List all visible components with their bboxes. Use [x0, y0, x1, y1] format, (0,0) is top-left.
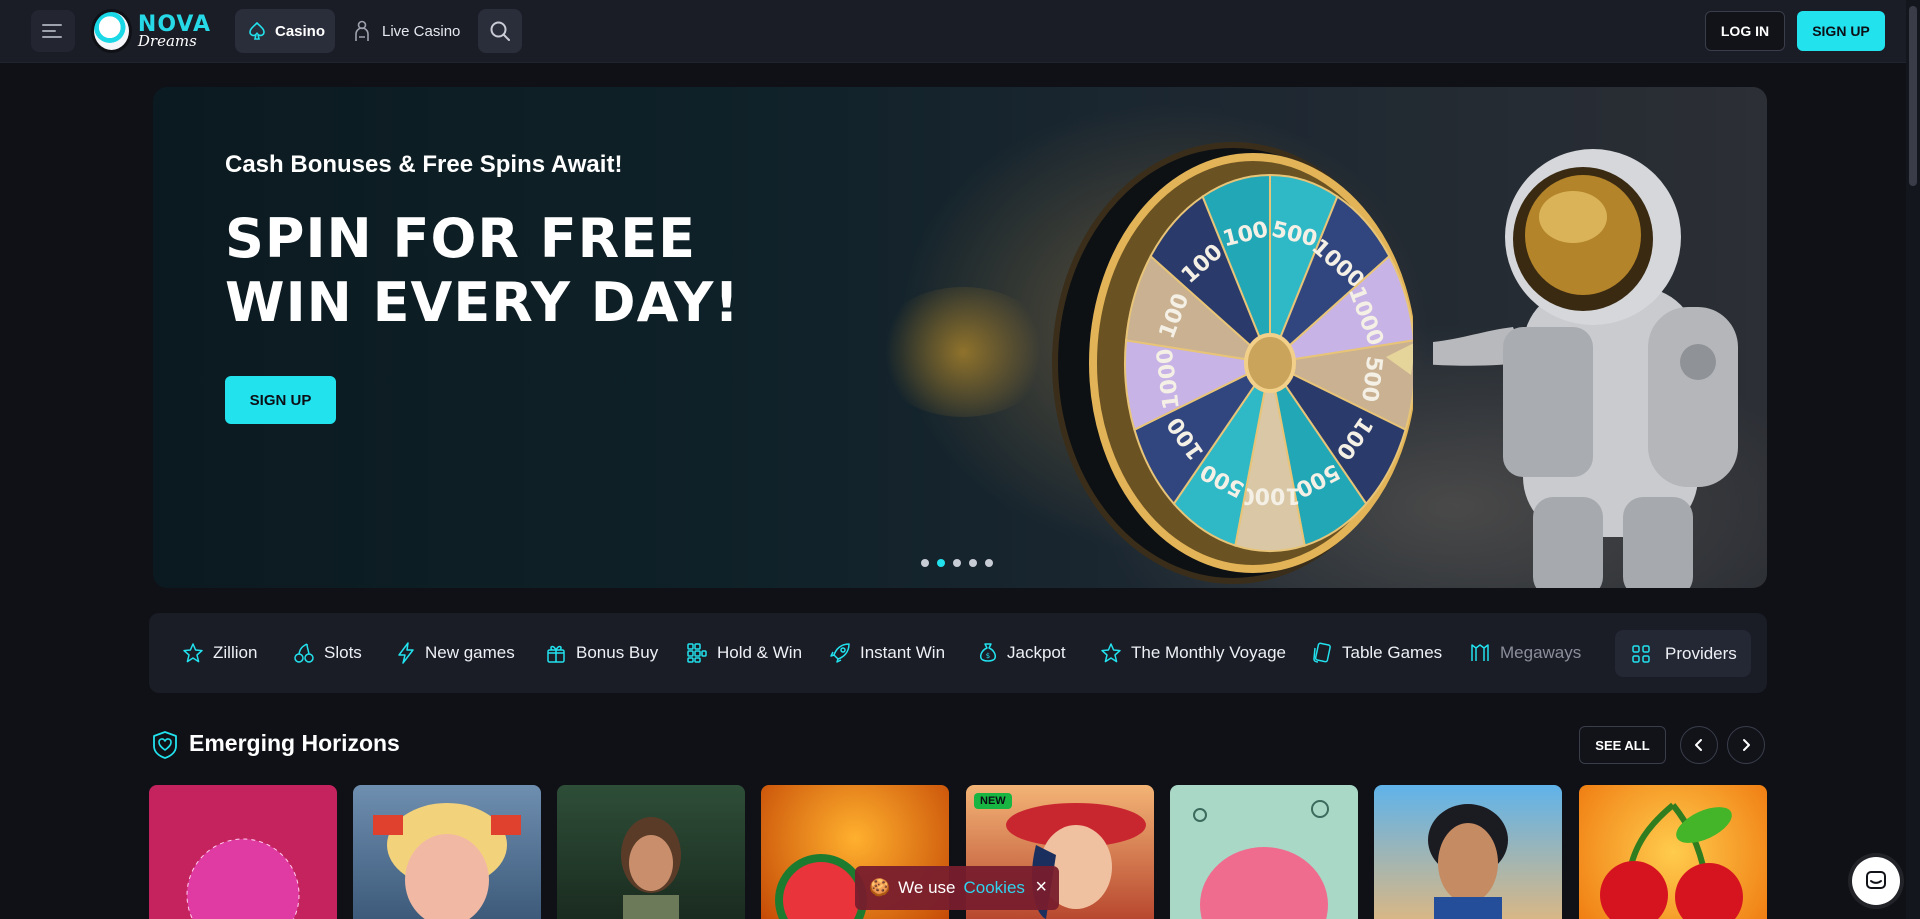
hero-title-line-2: WIN EVERY DAY! [225, 271, 740, 334]
nova-dreams-logo[interactable]: NOVA Dreams [91, 8, 211, 54]
slide-dot-5[interactable] [985, 559, 993, 567]
category-label: Zillion [213, 643, 258, 662]
punk-character-artwork [373, 803, 521, 919]
signup-button[interactable]: SIGN UP [1797, 11, 1885, 51]
category-monthly-voyage[interactable]: The Monthly Voyage [1100, 613, 1286, 693]
game-tile-prince[interactable] [1374, 785, 1562, 919]
svg-text:$: $ [986, 652, 990, 660]
see-all-button[interactable]: SEE ALL [1579, 726, 1666, 764]
slide-dot-2[interactable] [937, 559, 945, 567]
rocket-icon [830, 643, 850, 663]
category-label: Instant Win [860, 643, 946, 662]
chevron-left-icon [1695, 739, 1702, 751]
cherry-icon [294, 643, 314, 663]
dealer-icon [355, 20, 369, 41]
game-tile-brain[interactable] [1170, 785, 1358, 919]
hero-title-line-1: SPIN FOR FREE [225, 207, 696, 270]
game-tile-punk-character[interactable] [353, 785, 541, 919]
cherry-artwork [1600, 802, 1743, 919]
category-megaways[interactable]: Megaways [1469, 613, 1581, 693]
category-label: Slots [324, 643, 362, 662]
category-zillion[interactable]: Zillion [182, 613, 257, 693]
section-title: Emerging Horizons [189, 730, 400, 756]
nav-tab-live-casino-label: Live Casino [382, 22, 461, 40]
slide-dot-3[interactable] [953, 559, 961, 567]
astronaut-illustration [1433, 149, 1738, 588]
category-slots[interactable]: Slots [293, 613, 362, 693]
top-navigation-bar: NOVA Dreams Casino Live Casino LOG IN SI… [0, 0, 1920, 63]
menu-icon [42, 24, 62, 38]
nav-tab-casino[interactable]: Casino [235, 9, 335, 53]
carousel-prev-button[interactable] [1680, 726, 1718, 764]
category-bonus-buy[interactable]: Bonus Buy [545, 613, 658, 693]
search-icon [490, 21, 510, 41]
live-chat-button[interactable] [1852, 857, 1900, 905]
providers-label: Providers [1665, 643, 1737, 663]
cookie-text: We use [898, 878, 956, 897]
new-badge: NEW [974, 793, 1012, 809]
prize-wheel-illustration: 5001000100050010050010005001001000100100… [1052, 142, 1413, 584]
grid-dots-icon [687, 643, 707, 663]
game-tile-cherry[interactable] [1579, 785, 1767, 919]
heart-badge-icon [153, 731, 177, 759]
chat-icon [1866, 871, 1886, 889]
gift-icon [547, 645, 565, 663]
brain-artwork [1193, 800, 1329, 919]
hero-banner[interactable]: Cash Bonuses & Free Spins Await! SPIN FO… [153, 87, 1767, 588]
lightning-icon [398, 642, 414, 664]
hero-title: SPIN FOR FREE WIN EVERY DAY! [225, 207, 745, 335]
star-icon [183, 643, 203, 663]
hero-signup-button[interactable]: SIGN UP [225, 376, 336, 424]
adventurer-artwork [621, 817, 681, 919]
nav-tab-casino-label: Casino [275, 22, 326, 40]
nav-tab-live-casino[interactable]: Live Casino [352, 9, 460, 53]
spade-icon [249, 21, 265, 40]
star-icon [1101, 643, 1121, 663]
category-jackpot[interactable]: $ Jackpot [978, 613, 1066, 693]
category-label: Table Games [1342, 643, 1443, 662]
scrollbar-thumb[interactable] [1909, 6, 1917, 186]
wheel-segment-value: 1000 [1239, 483, 1300, 508]
category-instant-win[interactable]: Instant Win [829, 613, 945, 693]
hero-glow-decoration [873, 287, 1053, 417]
category-new-games[interactable]: New games [396, 613, 515, 693]
cookie-banner: 🍪 We use Cookies × [855, 866, 1059, 910]
game-tile-adventurer[interactable] [557, 785, 745, 919]
astronaut-logo-icon [91, 9, 132, 53]
slide-dot-1[interactable] [921, 559, 929, 567]
category-table-games[interactable]: Table Games [1311, 613, 1442, 693]
cookie-icon: 🍪 [869, 878, 891, 897]
page-scrollbar[interactable] [1906, 0, 1920, 919]
category-label: The Monthly Voyage [1131, 643, 1286, 662]
prince-artwork [1428, 804, 1508, 919]
category-hold-win[interactable]: Hold & Win [686, 613, 802, 693]
game-tile-disco-ball[interactable] [149, 785, 337, 919]
game-category-bar: Zillion Slots New games Bonus Buy Hold &… [149, 613, 1767, 693]
slide-dot-4[interactable] [969, 559, 977, 567]
disco-ball-artwork [186, 838, 300, 919]
category-label: Megaways [1500, 643, 1582, 662]
money-bag-icon: $ [980, 643, 996, 662]
category-label: Jackpot [1007, 643, 1066, 662]
category-label: Bonus Buy [576, 643, 659, 662]
grid-icon [1632, 644, 1650, 663]
category-label: Hold & Win [717, 643, 803, 662]
carousel-next-button[interactable] [1727, 726, 1765, 764]
chevron-right-icon [1743, 739, 1750, 751]
login-button[interactable]: LOG IN [1705, 11, 1785, 51]
hero-slide-indicators [921, 559, 993, 567]
providers-button[interactable]: Providers [1615, 630, 1751, 677]
hero-subtitle: Cash Bonuses & Free Spins Await! [225, 151, 623, 178]
megaways-icon [1471, 644, 1489, 661]
category-label: New games [425, 643, 515, 662]
hamburger-menu-button[interactable] [31, 10, 75, 52]
cookie-close-button[interactable]: × [1035, 876, 1047, 898]
cookies-link[interactable]: Cookies [964, 878, 1025, 898]
search-button[interactable] [478, 9, 522, 53]
cards-icon [1313, 642, 1331, 663]
